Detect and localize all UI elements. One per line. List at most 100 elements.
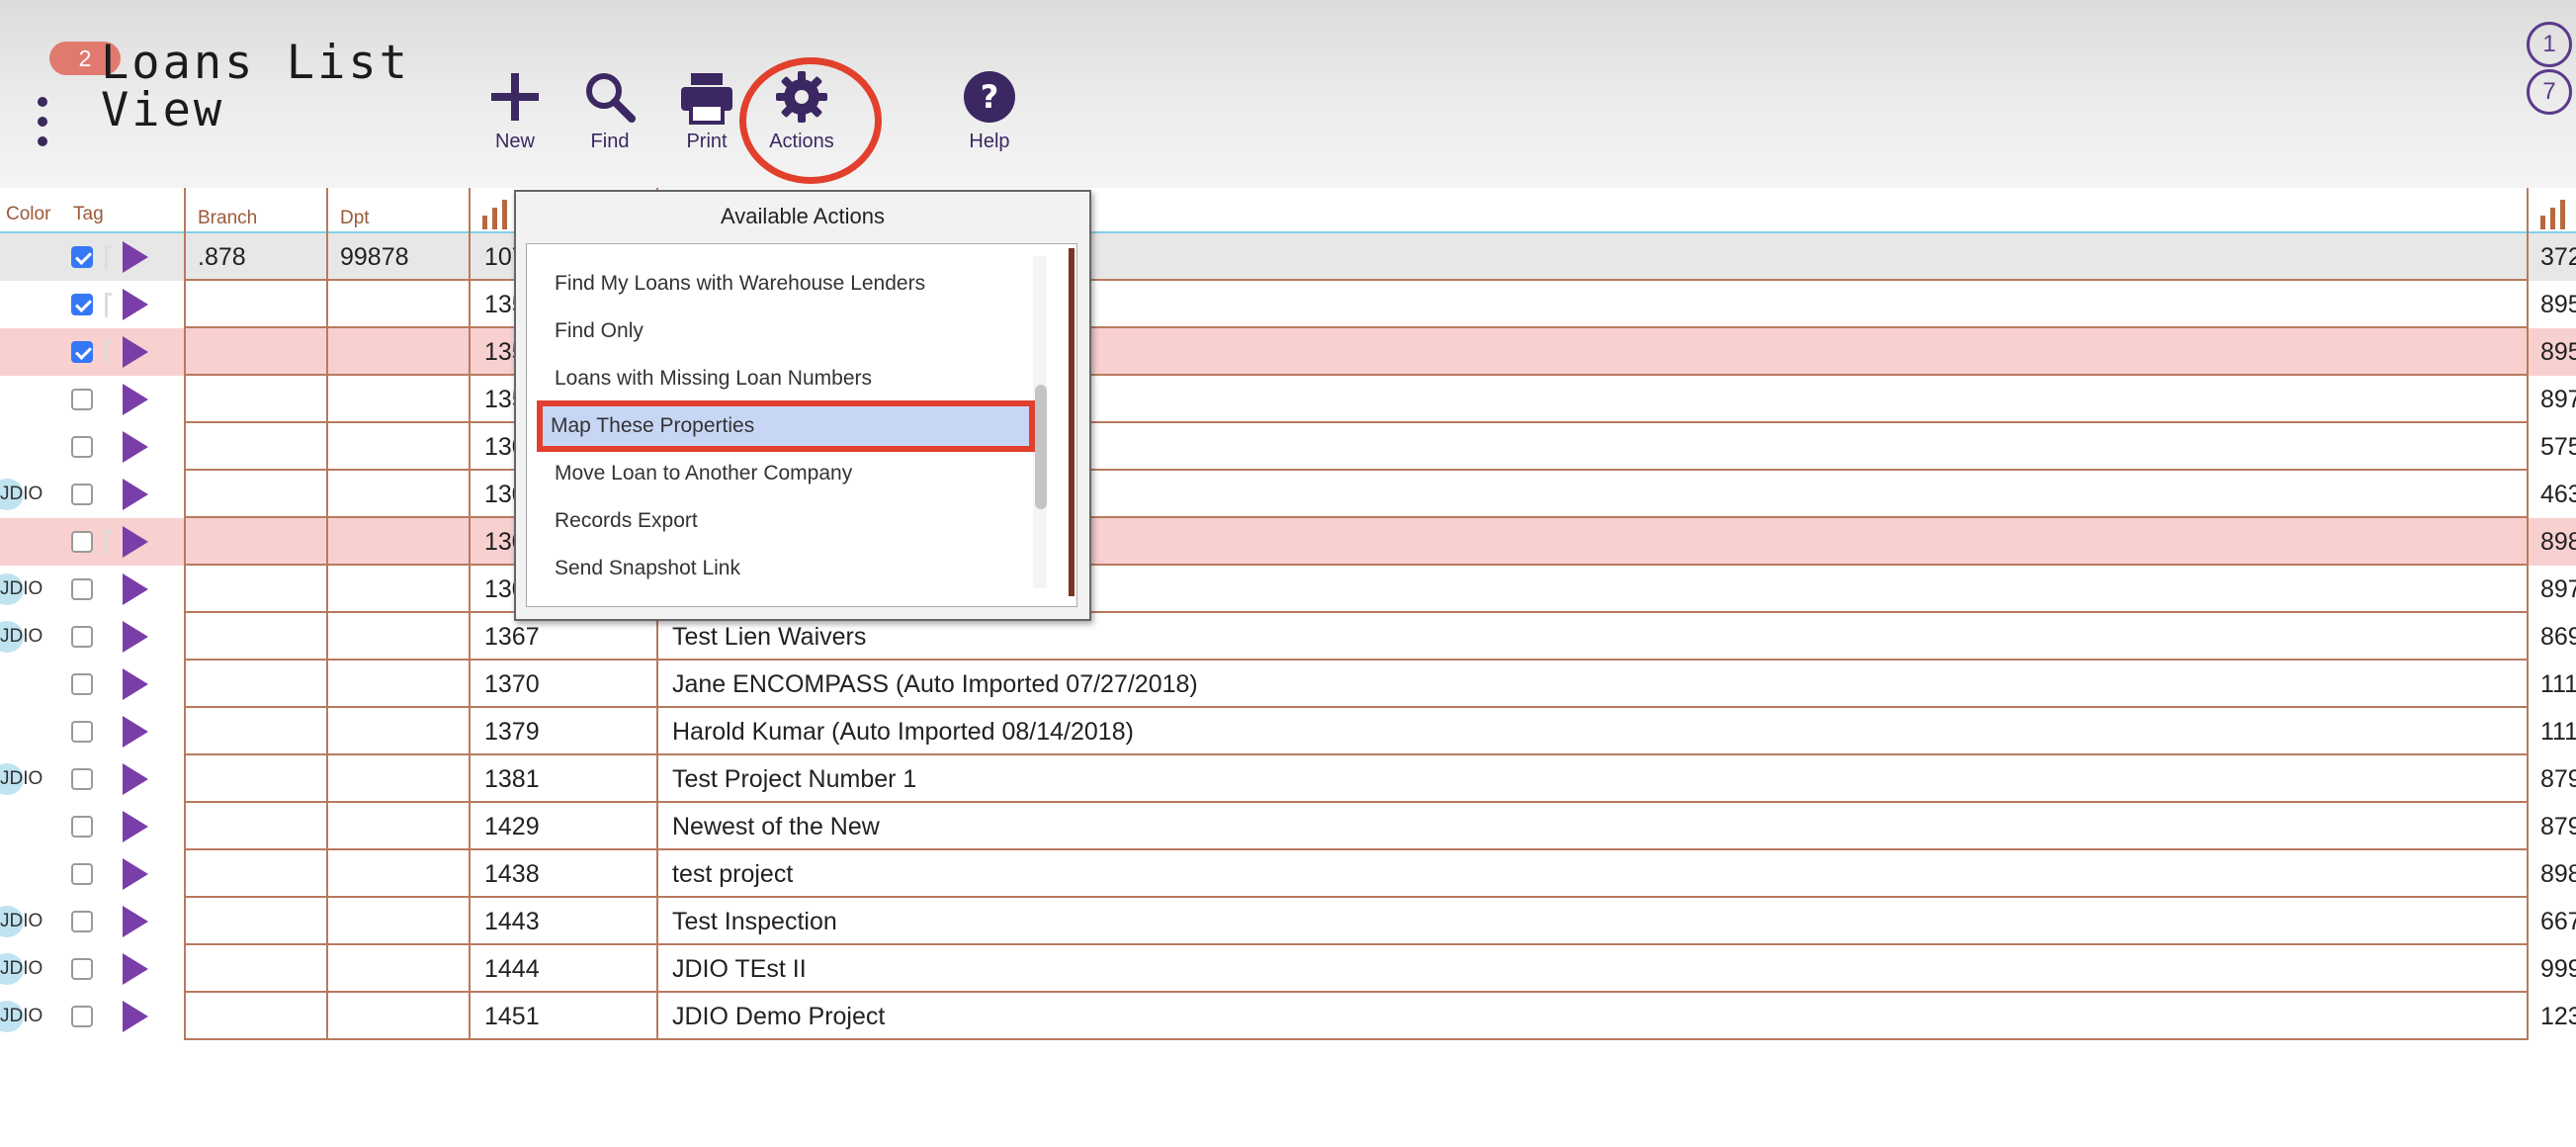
amount-cell: 111: [2540, 718, 2576, 746]
row-checkbox[interactable]: [71, 484, 93, 505]
find-label: Find: [590, 131, 630, 152]
table-row[interactable]: 1379 Harold Kumar (Auto Imported 08/14/20…: [0, 708, 2576, 755]
row-checkbox[interactable]: [71, 863, 93, 885]
table-row[interactable]: 130 575: [0, 423, 2576, 471]
open-record-play-icon[interactable]: [123, 858, 148, 890]
row-checkbox[interactable]: [71, 768, 93, 790]
action-menu-item[interactable]: Records Export: [547, 501, 1021, 541]
action-menu-item[interactable]: Map These Properties: [537, 400, 1035, 452]
open-record-play-icon[interactable]: [123, 906, 148, 937]
find-button[interactable]: Find: [556, 69, 664, 153]
amount-cell: 898: [2540, 528, 2576, 556]
color-tag: JDIO: [0, 993, 43, 1040]
color-tag-label: JDIO: [0, 911, 43, 931]
tag-marker: [105, 340, 112, 365]
row-checkbox[interactable]: [71, 436, 93, 458]
row-checkbox[interactable]: [71, 673, 93, 695]
open-record-play-icon[interactable]: [123, 431, 148, 463]
action-menu-item[interactable]: Move Loan to Another Company: [547, 454, 1021, 493]
amount-cell: 879: [2540, 813, 2576, 840]
color-tag-label: JDIO: [0, 768, 43, 789]
status-circle[interactable]: 7: [2527, 69, 2572, 115]
amount-cell: 575: [2540, 433, 2576, 461]
action-menu-item[interactable]: Find Only: [547, 311, 1021, 351]
table-row[interactable]: 135 895: [0, 281, 2576, 328]
open-record-play-icon[interactable]: [123, 384, 148, 415]
table-row[interactable]: 1429 Newest of the New 879: [0, 803, 2576, 850]
table-row[interactable]: JDIO 130 463: [0, 471, 2576, 518]
table-row[interactable]: .878 99878 107 372: [0, 233, 2576, 281]
row-checkbox[interactable]: [71, 721, 93, 743]
dpt-cell: 99878: [340, 243, 409, 271]
action-menu-item[interactable]: Loans with Missing Loan Numbers: [547, 359, 1021, 398]
loan-number-cell: 1370: [484, 670, 540, 698]
open-record-play-icon[interactable]: [123, 811, 148, 842]
table-row[interactable]: 1370 Jane ENCOMPASS (Auto Imported 07/27/…: [0, 661, 2576, 708]
column-divider: [2527, 188, 2529, 1040]
color-tag-label: JDIO: [0, 578, 43, 599]
tag-marker: [105, 530, 112, 555]
open-record-play-icon[interactable]: [123, 1001, 148, 1032]
table-row[interactable]: JDIO 130 897: [0, 566, 2576, 613]
table-row[interactable]: 135 897: [0, 376, 2576, 423]
page-title: Loans List View: [101, 36, 410, 137]
row-checkbox[interactable]: [71, 958, 93, 980]
table-row[interactable]: JDIO 1444 JDIO TEst II 999: [0, 945, 2576, 993]
open-record-play-icon[interactable]: [123, 241, 148, 273]
open-record-play-icon[interactable]: [123, 336, 148, 368]
row-divider: [184, 1038, 2529, 1040]
open-record-play-icon[interactable]: [123, 763, 148, 795]
branch-cell: .878: [198, 243, 246, 271]
row-checkbox[interactable]: [71, 1006, 93, 1027]
table-row[interactable]: JDIO 1443 Test Inspection 667: [0, 898, 2576, 945]
list-side-bar: [1069, 248, 1074, 596]
row-checkbox[interactable]: [71, 389, 93, 410]
open-record-play-icon[interactable]: [123, 621, 148, 653]
open-record-play-icon[interactable]: [123, 668, 148, 700]
action-menu-item[interactable]: Send Snapshot Link: [547, 549, 1021, 588]
more-menu-icon[interactable]: [36, 97, 49, 148]
table-row[interactable]: JDIO 1367 Test Lien Waivers 869: [0, 613, 2576, 661]
amount-cell: 898: [2540, 860, 2576, 888]
status-circle[interactable]: 1: [2527, 22, 2572, 67]
loan-name-cell: Test Project Number 1: [672, 765, 917, 793]
loan-name-cell: test project: [672, 860, 794, 888]
help-icon: ?: [964, 71, 1015, 123]
open-record-play-icon[interactable]: [123, 953, 148, 985]
amount-cell: 869: [2540, 623, 2576, 651]
table-row[interactable]: 130 898: [0, 518, 2576, 566]
amount-cell: 895: [2540, 291, 2576, 318]
open-record-play-icon[interactable]: [123, 526, 148, 558]
loan-number-cell: 1429: [484, 813, 540, 840]
open-record-play-icon[interactable]: [123, 716, 148, 748]
svg-text:?: ?: [981, 78, 999, 116]
row-checkbox[interactable]: [71, 911, 93, 932]
color-tag: JDIO: [0, 613, 43, 661]
row-checkbox[interactable]: [71, 246, 93, 268]
help-button[interactable]: ? Help: [935, 69, 1044, 153]
table-row[interactable]: JDIO 1381 Test Project Number 1 879: [0, 755, 2576, 803]
open-record-play-icon[interactable]: [123, 479, 148, 510]
dropdown-title: Available Actions: [721, 204, 885, 228]
sort-bars-icon[interactable]: [482, 198, 512, 229]
open-record-play-icon[interactable]: [123, 289, 148, 320]
row-checkbox[interactable]: [71, 626, 93, 648]
row-checkbox[interactable]: [71, 816, 93, 838]
row-checkbox[interactable]: [71, 341, 93, 363]
scrollbar-thumb[interactable]: [1035, 385, 1047, 509]
row-checkbox[interactable]: [71, 578, 93, 600]
table-row[interactable]: 135 895: [0, 328, 2576, 376]
printer-icon: [681, 73, 732, 125]
row-checkbox[interactable]: [71, 531, 93, 553]
table-row[interactable]: JDIO 1451 JDIO Demo Project 123: [0, 993, 2576, 1040]
sort-bars-icon[interactable]: [2540, 198, 2570, 229]
action-menu-item[interactable]: Find My Loans with Warehouse Lenders: [547, 264, 1021, 304]
amount-cell: 667: [2540, 908, 2576, 935]
open-record-play-icon[interactable]: [123, 574, 148, 605]
table-row[interactable]: 1438 test project 898: [0, 850, 2576, 898]
row-checkbox[interactable]: [71, 294, 93, 315]
search-icon: [586, 73, 636, 123]
loan-name-cell: JDIO TEst II: [672, 955, 807, 983]
color-tag: JDIO: [0, 566, 43, 613]
new-button[interactable]: New: [461, 69, 569, 153]
